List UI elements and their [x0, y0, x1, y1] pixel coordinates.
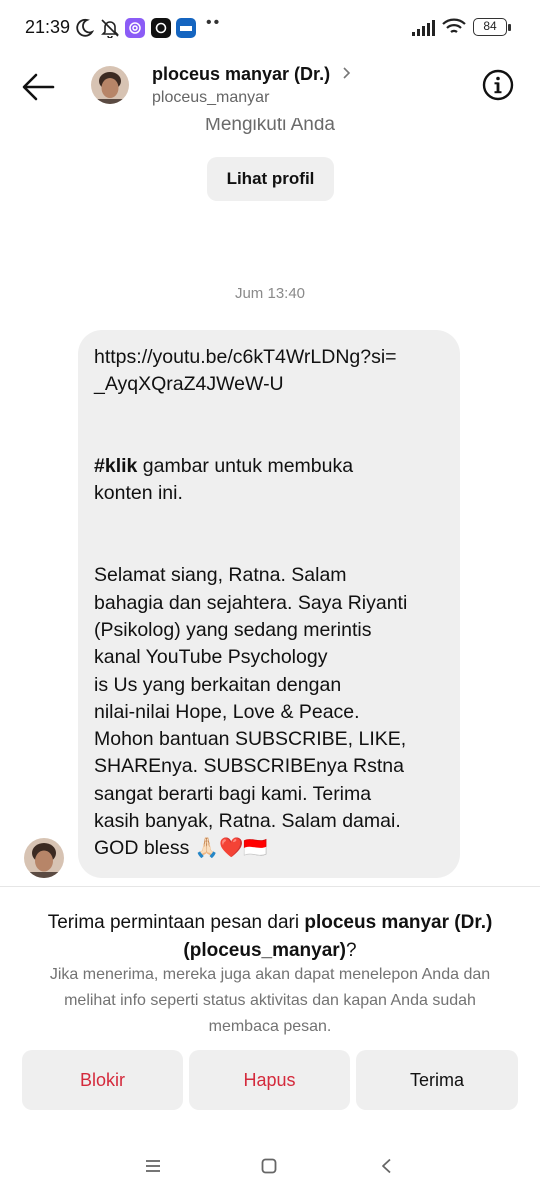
message-hashtag-paragraph: #klik gambar untuk membuka konten ini.: [94, 453, 444, 508]
message-link[interactable]: https://youtu.be/c6kT4WrLDNg?si= _AyqXQr…: [94, 344, 444, 399]
threads-app-icon: [151, 18, 171, 38]
message-body-line: is Us yang berkaitan dengan: [94, 673, 342, 696]
status-time: 21:39: [25, 17, 71, 37]
delete-button[interactable]: Hapus: [189, 1050, 350, 1110]
battery-tip: [508, 24, 511, 31]
message-body-line: (Psikolog) yang sedang merintis: [94, 618, 372, 641]
contact-name[interactable]: ploceus manyar (Dr.): [152, 64, 330, 85]
bank-app-icon: [176, 18, 196, 38]
notifications-off-icon: [101, 19, 119, 38]
battery-icon: 84: [473, 18, 507, 36]
chat-header: ploceus manyar (Dr.) ploceus_manyar: [0, 56, 540, 118]
back-nav-icon[interactable]: [378, 1158, 396, 1174]
hashtag[interactable]: #klik: [94, 455, 137, 477]
accept-button[interactable]: Terima: [356, 1050, 518, 1110]
following-status: Mengikuti Anda: [0, 118, 540, 138]
message-bubble[interactable]: https://youtu.be/c6kT4WrLDNg?si= _AyqXQr…: [78, 330, 460, 878]
signal-icon: [412, 20, 435, 36]
message-body: Selamat siang, Ratna. Salam bahagia dan s…: [94, 562, 444, 835]
request-title-prefix: Terima permintaan pesan dari: [47, 912, 305, 933]
request-title-handle: (ploceus_manyar): [183, 940, 347, 961]
view-profile-button[interactable]: Lihat profil: [207, 157, 334, 201]
message-body-line: nilai-nilai Hope, Love & Peace.: [94, 700, 360, 723]
back-arrow-icon[interactable]: [20, 68, 58, 106]
battery-level: 84: [483, 19, 497, 33]
message-body-line: Selamat siang, Ratna. Salam: [94, 564, 347, 587]
sender-avatar[interactable]: [24, 838, 64, 878]
chevron-right-icon[interactable]: [340, 65, 354, 81]
hashtag-rest: gambar untuk membuka: [137, 455, 354, 478]
message-closing-line: GOD bless 🙏🏻❤️🇮🇩: [94, 837, 268, 860]
avatar[interactable]: [91, 66, 129, 104]
home-icon[interactable]: [260, 1158, 278, 1174]
message-body-line: SHAREnya. SUBSCRIBEnya Rstna: [94, 755, 404, 778]
recent-apps-icon[interactable]: [144, 1158, 162, 1174]
system-navigation-bar: [0, 1136, 540, 1200]
message-request-panel: Terima permintaan pesan dari ploceus man…: [0, 886, 540, 1136]
request-title: Terima permintaan pesan dari ploceus man…: [20, 909, 520, 965]
status-bar: 21:39 •• 84: [0, 0, 540, 56]
contact-handle: ploceus_manyar: [152, 89, 270, 106]
wifi-icon: [442, 18, 466, 33]
message-body-line: kasih banyak, Ratna. Salam damai.: [94, 810, 401, 833]
message-body-line: bahagia dan sejahtera. Saya Riyanti: [94, 591, 408, 614]
request-title-name: ploceus manyar (Dr.): [304, 912, 493, 933]
message-body-line: kanal YouTube Psychology: [94, 646, 328, 669]
request-title-suffix: ?: [346, 940, 357, 961]
link-line-2[interactable]: _AyqXQraZ4JWeW-U: [94, 373, 284, 395]
more-notifications-indicator: ••: [206, 14, 222, 31]
info-icon[interactable]: [482, 69, 514, 101]
block-button[interactable]: Blokir: [22, 1050, 183, 1110]
message-timestamp: Jum 13:40: [234, 285, 306, 302]
link-line-1[interactable]: https://youtu.be/c6kT4WrLDNg?si=: [94, 346, 397, 368]
message-body-line: sangat berarti bagi kami. Terima: [94, 782, 372, 805]
moon-icon: [76, 18, 94, 37]
hashtag-line-2: konten ini.: [94, 482, 183, 505]
message-body-line: Mohon bantuan SUBSCRIBE, LIKE,: [94, 728, 407, 751]
fingerprint-app-icon: [125, 18, 145, 38]
following-text: Mengikuti Anda: [205, 118, 335, 135]
request-description: Jika menerima, mereka juga akan dapat me…: [49, 966, 491, 1035]
